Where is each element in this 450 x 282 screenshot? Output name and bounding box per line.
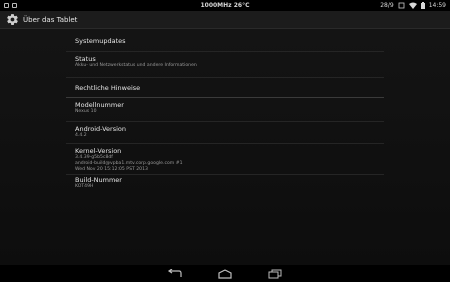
list-item-title: Systemupdates	[75, 37, 126, 45]
list-item-subtitle: Akku- und Netzwerkstatus und andere Info…	[75, 63, 197, 68]
wifi-icon	[408, 2, 417, 9]
info-value: Nexus 10	[75, 109, 97, 114]
info-title: Android-Version	[75, 125, 126, 133]
action-bar: Über das Tablet	[0, 11, 450, 29]
list-item-title: Rechtliche Hinweise	[75, 84, 141, 92]
recent-apps-icon[interactable]	[265, 265, 285, 282]
screen: 1000MHz 26°C 28/9 14:59 Über das Tablet	[0, 0, 450, 282]
info-android-version[interactable]: Android-Version 4.4.2	[66, 122, 384, 144]
info-title: Build-Nummer	[75, 176, 122, 184]
status-bar: 1000MHz 26°C 28/9 14:59	[0, 0, 450, 11]
home-icon[interactable]	[215, 265, 235, 282]
settings-list: Systemupdates Status Akku- und Netzwerks…	[66, 29, 384, 197]
info-title: Kernel-Version	[75, 147, 122, 155]
battery-indicator-text: 28/9	[380, 2, 394, 9]
info-value: 4.4.2	[75, 133, 87, 138]
list-item-status[interactable]: Status Akku- und Netzwerkstatus und ande…	[66, 52, 384, 78]
info-value: Wed Nov 20 15:12:05 PST 2013	[75, 167, 148, 172]
list-item-rechtliche-hinweise[interactable]: Rechtliche Hinweise	[66, 78, 384, 98]
battery-icon	[420, 2, 425, 9]
page-title: Über das Tablet	[23, 15, 78, 24]
navigation-bar	[0, 265, 450, 282]
info-value: KOT49H	[75, 184, 94, 189]
list-item-title: Status	[75, 55, 96, 63]
list-item-systemupdates[interactable]: Systemupdates	[66, 29, 384, 52]
info-kernel-version: Kernel-Version 3.4.39-g5b5c8df android-b…	[66, 144, 384, 175]
clock: 14:59	[428, 2, 446, 9]
info-model-number: Modellnummer Nexus 10	[66, 98, 384, 122]
battery-indicator-icon	[398, 2, 405, 9]
info-title: Modellnummer	[75, 101, 124, 109]
status-bar-system-icons[interactable]: 28/9 14:59	[380, 0, 446, 11]
gear-icon[interactable]	[5, 13, 19, 27]
info-build-number[interactable]: Build-Nummer KOT49H	[66, 175, 384, 197]
back-icon[interactable]	[165, 265, 185, 282]
settings-content: Systemupdates Status Akku- und Netzwerks…	[0, 29, 450, 265]
